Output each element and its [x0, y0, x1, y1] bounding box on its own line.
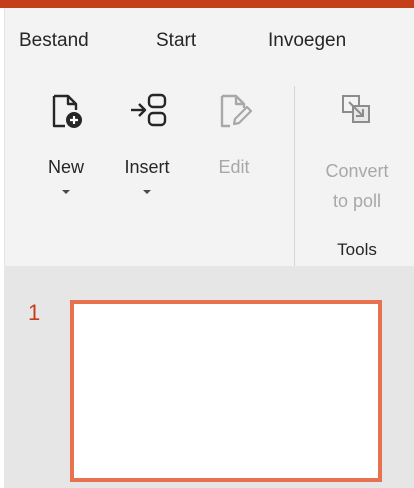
tab-start[interactable]: Start — [156, 30, 196, 52]
insert-icon — [131, 93, 167, 127]
new-button[interactable]: New — [31, 86, 101, 196]
convert-label-line2: to poll — [332, 191, 382, 211]
edit-icon — [220, 94, 253, 128]
group-label-tools: Tools — [337, 240, 377, 259]
convert-to-poll-label: Convert to poll — [305, 156, 409, 216]
title-bar-accent — [0, 0, 414, 8]
new-button-label: New — [47, 157, 84, 177]
ribbon-tabs: Bestand Start Invoegen — [5, 30, 414, 60]
chevron-down-icon — [143, 190, 151, 194]
slide-pane: 1 — [4, 266, 414, 488]
edit-button[interactable]: Edit — [199, 86, 269, 178]
insert-button[interactable]: Insert — [112, 86, 182, 196]
ribbon: Bestand Start Invoegen New Insert Edit C… — [4, 8, 414, 266]
convert-icon — [342, 95, 370, 123]
edit-button-label: Edit — [218, 157, 250, 177]
insert-button-label: Insert — [124, 157, 170, 177]
new-document-icon — [52, 94, 82, 128]
tab-invoegen[interactable]: Invoegen — [268, 30, 346, 52]
slide-thumbnail[interactable] — [70, 300, 382, 482]
group-divider — [294, 86, 295, 266]
chevron-down-icon — [62, 190, 70, 194]
tab-bestand[interactable]: Bestand — [19, 30, 89, 52]
slide-number: 1 — [28, 300, 41, 325]
convert-label-line1: Convert — [325, 161, 389, 181]
convert-to-poll-button[interactable]: Convert to poll — [305, 86, 409, 216]
